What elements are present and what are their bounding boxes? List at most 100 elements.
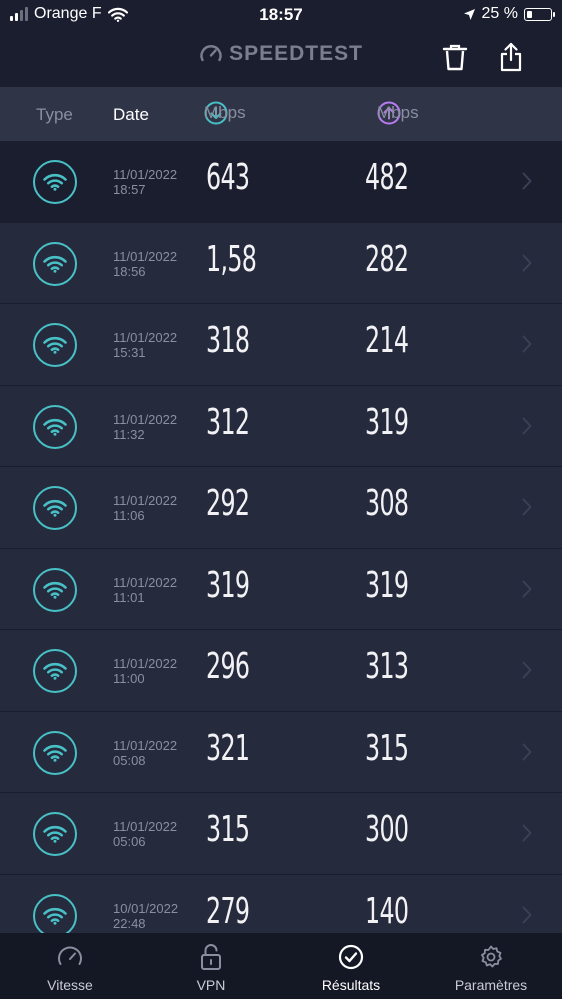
connection-type-badge [33, 404, 77, 449]
upload-speed-value: 313 [365, 646, 409, 687]
status-bar: Orange F 18:57 25 % [0, 0, 562, 30]
chevron-right-icon [522, 824, 532, 842]
results-list: 11/01/2022 18:57 643 482 11/01/2022 18:5… [0, 141, 562, 956]
chevron-right-icon [522, 661, 532, 679]
upload-speed-value: 308 [365, 483, 409, 524]
chevron-right-icon [522, 335, 532, 353]
upload-speed-value: 482 [365, 157, 409, 198]
result-row[interactable]: 11/01/2022 05:06 315 300 [0, 793, 562, 875]
result-date: 10/01/2022 [113, 900, 179, 916]
upload-unit-label: Mbps [377, 103, 419, 122]
download-speed-value: 319 [206, 564, 250, 606]
bottom-tab-bar: Vitesse VPN Résultats Paramètres [0, 933, 562, 999]
column-date-label[interactable]: Date [113, 105, 149, 125]
wifi-icon [43, 581, 67, 599]
download-speed-value: 292 [206, 483, 250, 524]
lock-icon [201, 944, 221, 970]
result-time: 18:57 [113, 182, 146, 197]
result-date: 11/01/2022 [113, 411, 178, 427]
wifi-icon [43, 499, 67, 517]
result-date: 11/01/2022 [113, 737, 178, 753]
tab-parametres[interactable]: Paramètres [421, 943, 561, 993]
download-speed-value: 321 [206, 727, 250, 769]
result-time: 05:06 [113, 834, 146, 849]
tab-label: Paramètres [454, 977, 528, 993]
connection-type-badge [33, 160, 77, 204]
result-time: 05:08 [113, 752, 146, 768]
gauge-logo-icon [200, 45, 222, 62]
result-datetime: 11/01/2022 18:57 [113, 167, 177, 197]
column-upload-header[interactable]: Mbps [377, 101, 419, 125]
result-row[interactable]: 11/01/2022 15:31 318 214 [0, 304, 562, 386]
chevron-right-icon [522, 906, 532, 923]
result-time: 18:56 [113, 263, 146, 279]
battery-level [527, 10, 532, 18]
speedtest-logo: SPEEDTEST [0, 42, 562, 66]
location-arrow-icon [463, 8, 475, 20]
result-row[interactable]: 11/01/2022 11:06 292 308 [0, 467, 562, 549]
tab-label: Résultats [321, 977, 381, 993]
result-date: 11/01/2022 [113, 656, 178, 671]
result-datetime: 11/01/2022 11:32 [113, 412, 177, 442]
column-type-label[interactable]: Type [36, 105, 73, 125]
wifi-icon [43, 418, 67, 436]
delete-button[interactable] [438, 40, 472, 74]
upload-speed-value: 319 [365, 401, 409, 443]
result-datetime: 11/01/2022 11:01 [113, 575, 177, 605]
download-speed-value: 296 [206, 646, 250, 687]
result-row[interactable]: 11/01/2022 11:01 319 319 [0, 548, 562, 630]
upload-speed-value: 300 [365, 809, 409, 850]
result-time: 22:48 [113, 915, 146, 931]
result-row[interactable]: 11/01/2022 05:08 321 315 [0, 711, 562, 793]
column-download-header[interactable]: Mbps [204, 101, 246, 125]
connection-type-badge [33, 730, 77, 775]
tab-vitesse[interactable]: Vitesse [0, 943, 140, 993]
download-speed-value: 643 [206, 157, 250, 198]
checkmark-circle-icon [338, 944, 364, 970]
battery-icon [524, 7, 555, 21]
wifi-icon [43, 173, 67, 191]
chevron-right-icon [522, 580, 532, 597]
chevron-right-icon [522, 172, 532, 190]
chevron-right-icon [522, 417, 532, 434]
tab-resultats[interactable]: Résultats [281, 943, 421, 993]
connection-type-badge [33, 241, 77, 286]
upload-speed-value: 315 [365, 727, 409, 769]
result-datetime: 11/01/2022 05:08 [113, 738, 177, 768]
connection-type-badge [33, 567, 77, 612]
trash-icon [442, 44, 468, 71]
share-icon [500, 42, 522, 72]
wifi-icon [43, 825, 67, 843]
result-date: 11/01/2022 [113, 167, 178, 182]
result-row[interactable]: 11/01/2022 11:32 312 319 [0, 385, 562, 467]
download-speed-value: 312 [206, 401, 250, 443]
connection-type-badge [33, 486, 77, 530]
result-date: 11/01/2022 [113, 574, 178, 590]
chevron-right-icon [522, 743, 532, 760]
upload-speed-value: 282 [365, 238, 409, 280]
chevron-right-icon [522, 254, 532, 271]
result-datetime: 11/01/2022 05:06 [113, 819, 177, 849]
tab-vpn[interactable]: VPN [141, 943, 281, 993]
wifi-icon [43, 907, 67, 925]
wifi-icon [43, 662, 67, 680]
result-time: 15:31 [113, 345, 146, 360]
connection-type-badge [33, 812, 77, 856]
result-row[interactable]: 11/01/2022 18:56 1,58 282 [0, 222, 562, 304]
result-time: 11:32 [113, 426, 145, 442]
connection-type-badge [33, 649, 77, 693]
result-datetime: 11/01/2022 11:06 [113, 493, 177, 523]
result-date: 11/01/2022 [113, 248, 178, 264]
result-time: 11:06 [113, 508, 145, 523]
result-time: 11:00 [113, 671, 145, 686]
result-date: 11/01/2022 [113, 493, 178, 508]
wifi-icon [43, 744, 67, 762]
share-button[interactable] [494, 40, 528, 74]
result-datetime: 10/01/2022 22:48 [113, 901, 178, 931]
connection-type-badge [33, 323, 77, 367]
upload-speed-value: 319 [365, 564, 409, 606]
result-row[interactable]: 11/01/2022 11:00 296 313 [0, 630, 562, 712]
result-row[interactable]: 11/01/2022 18:57 643 482 [0, 141, 562, 223]
result-datetime: 11/01/2022 11:00 [113, 656, 177, 686]
result-date: 11/01/2022 [113, 819, 178, 834]
